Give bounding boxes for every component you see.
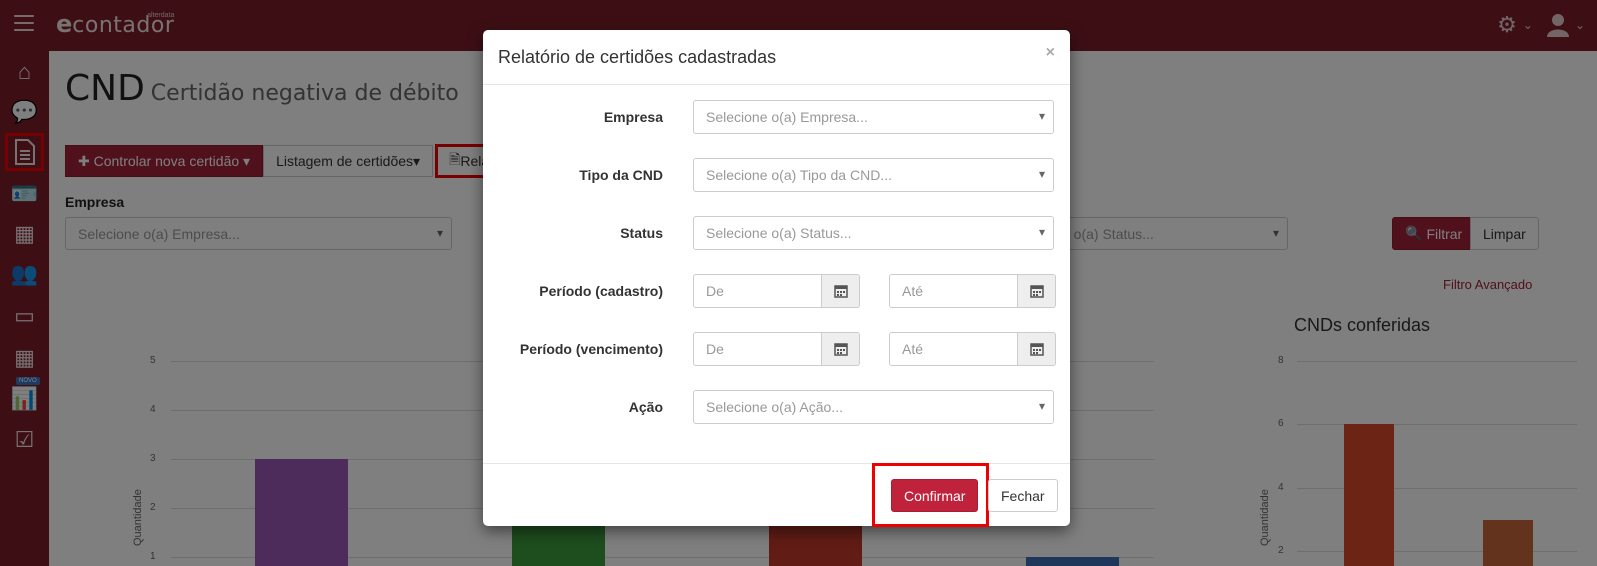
empresa-label: Empresa (603, 109, 663, 125)
calendar-icon[interactable] (1018, 274, 1056, 308)
empresa-placeholder: Selecione o(a) Empresa... (706, 109, 868, 125)
periodo-vencimento-row: Período (vencimento) De Até (483, 332, 1070, 366)
cadastro-de-placeholder: De (706, 283, 724, 299)
cadastro-ate-input[interactable]: Até (889, 274, 1018, 308)
vencimento-ate-input[interactable]: Até (889, 332, 1018, 366)
vencimento-ate-placeholder: Até (902, 341, 924, 357)
vencimento-de-placeholder: De (706, 341, 724, 357)
acao-select[interactable]: Selecione o(a) Ação... (693, 390, 1054, 424)
tipo-cnd-label: Tipo da CND (579, 167, 663, 183)
modal-footer: Confirmar Fechar (483, 463, 1070, 527)
cadastro-de-group: De (693, 274, 860, 308)
cadastro-de-input[interactable]: De (693, 274, 822, 308)
calendar-icon[interactable] (822, 332, 860, 366)
modal-header: Relatório de certidões cadastradas × (483, 30, 1070, 85)
status-row: Status Selecione o(a) Status... (483, 216, 1070, 250)
calendar-icon[interactable] (1018, 332, 1056, 366)
periodo-cadastro-row: Período (cadastro) De Até (483, 274, 1070, 308)
modal-title: Relatório de certidões cadastradas (498, 47, 777, 67)
empresa-select[interactable]: Selecione o(a) Empresa... (693, 100, 1054, 134)
confirm-label: Confirmar (904, 487, 966, 504)
vencimento-de-input[interactable]: De (693, 332, 822, 366)
close-label: Fechar (1001, 487, 1045, 504)
tipo-cnd-placeholder: Selecione o(a) Tipo da CND... (706, 167, 892, 183)
close-button[interactable]: Fechar (988, 479, 1058, 512)
acao-row: Ação Selecione o(a) Ação... (483, 390, 1070, 424)
confirm-button[interactable]: Confirmar (891, 479, 979, 512)
status-placeholder: Selecione o(a) Status... (706, 225, 852, 241)
acao-placeholder: Selecione o(a) Ação... (706, 399, 843, 415)
calendar-icon[interactable] (822, 274, 860, 308)
close-icon[interactable]: × (1046, 44, 1055, 62)
cadastro-ate-placeholder: Até (902, 283, 924, 299)
periodo-vencimento-label: Período (vencimento) (519, 341, 663, 357)
vencimento-de-group: De (693, 332, 860, 366)
status-select[interactable]: Selecione o(a) Status... (693, 216, 1054, 250)
tipo-cnd-select[interactable]: Selecione o(a) Tipo da CND... (693, 158, 1054, 192)
tipo-cnd-row: Tipo da CND Selecione o(a) Tipo da CND..… (483, 158, 1070, 192)
empresa-row: Empresa Selecione o(a) Empresa... (483, 100, 1070, 134)
status-label: Status (620, 225, 663, 241)
vencimento-ate-group: Até (889, 332, 1056, 366)
acao-label: Ação (628, 399, 663, 415)
cadastro-ate-group: Até (889, 274, 1056, 308)
report-modal: Relatório de certidões cadastradas × Emp… (483, 30, 1070, 527)
periodo-cadastro-label: Período (cadastro) (539, 283, 663, 299)
